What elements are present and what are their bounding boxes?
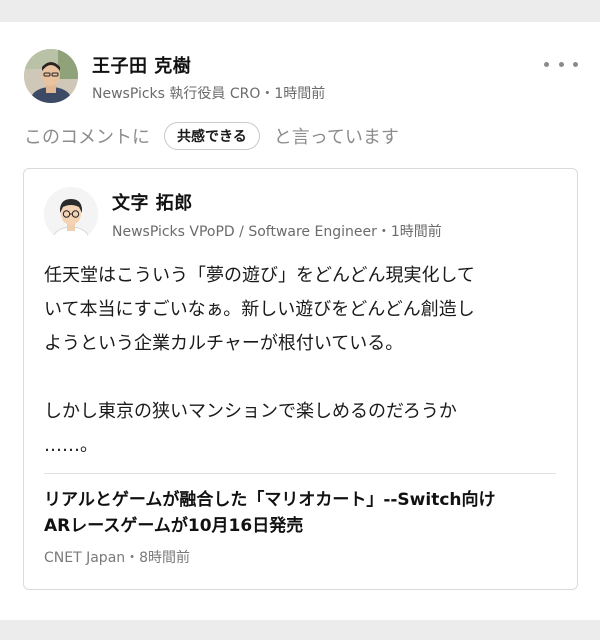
feed-card: 王子田 克樹 NewsPicks 執行役員 CRO・1時間前 このコメントに 共… <box>0 22 600 620</box>
quoted-author-avatar[interactable] <box>44 187 98 241</box>
article-title-line: リアルとゲームが融合した「マリオカート」--Switch向け <box>44 490 496 510</box>
comment-line: いて本当にすごいなぁ。新しい遊びをどんどん創造し <box>44 299 475 320</box>
empathy-row: このコメントに 共感できる と言っています <box>24 120 399 152</box>
article-title-line: ARレースゲームが10月16日発売 <box>44 516 304 536</box>
comment-line: しかし東京の狭いマンションで楽しめるのだろうか <box>44 401 457 422</box>
author-avatar-image <box>24 49 78 103</box>
quoted-author-name[interactable]: 文字 拓郎 <box>112 189 193 215</box>
quoted-author-meta: NewsPicks VPoPD / Software Engineer・1時間前 <box>112 224 442 240</box>
article-source: CNET Japan・8時間前 <box>44 550 191 566</box>
top-gap <box>0 0 600 22</box>
more-dot <box>558 61 564 67</box>
comment-line: 任天堂はこういう「夢の遊び」をどんどん現実化して <box>44 265 475 286</box>
more-horizontal-icon[interactable] <box>544 54 578 74</box>
empathy-suffix: と言っています <box>273 127 399 148</box>
more-dot <box>573 61 578 67</box>
more-dot <box>544 61 549 67</box>
author-name[interactable]: 王子田 克樹 <box>92 52 191 78</box>
empathy-prefix: このコメントに <box>24 127 150 148</box>
author-meta: NewsPicks 執行役員 CRO・1時間前 <box>92 86 326 102</box>
article-title-link[interactable]: リアルとゲームが融合した「マリオカート」--Switch向け ARレースゲームが… <box>44 487 564 539</box>
quoted-author-avatar-image <box>44 187 98 241</box>
quoted-comment-body: 任天堂はこういう「夢の遊び」をどんどん現実化して いて本当にすごいなぁ。新しい遊… <box>44 259 559 463</box>
comment-line: ようという企業カルチャーが根付いている。 <box>44 333 404 354</box>
author-avatar[interactable] <box>24 49 78 103</box>
divider <box>44 473 556 474</box>
quoted-comment-card[interactable]: 文字 拓郎 NewsPicks VPoPD / Software Enginee… <box>23 168 578 590</box>
bottom-gap <box>0 620 600 640</box>
empathy-badge[interactable]: 共感できる <box>164 122 260 150</box>
comment-line: ……。 <box>44 435 98 456</box>
